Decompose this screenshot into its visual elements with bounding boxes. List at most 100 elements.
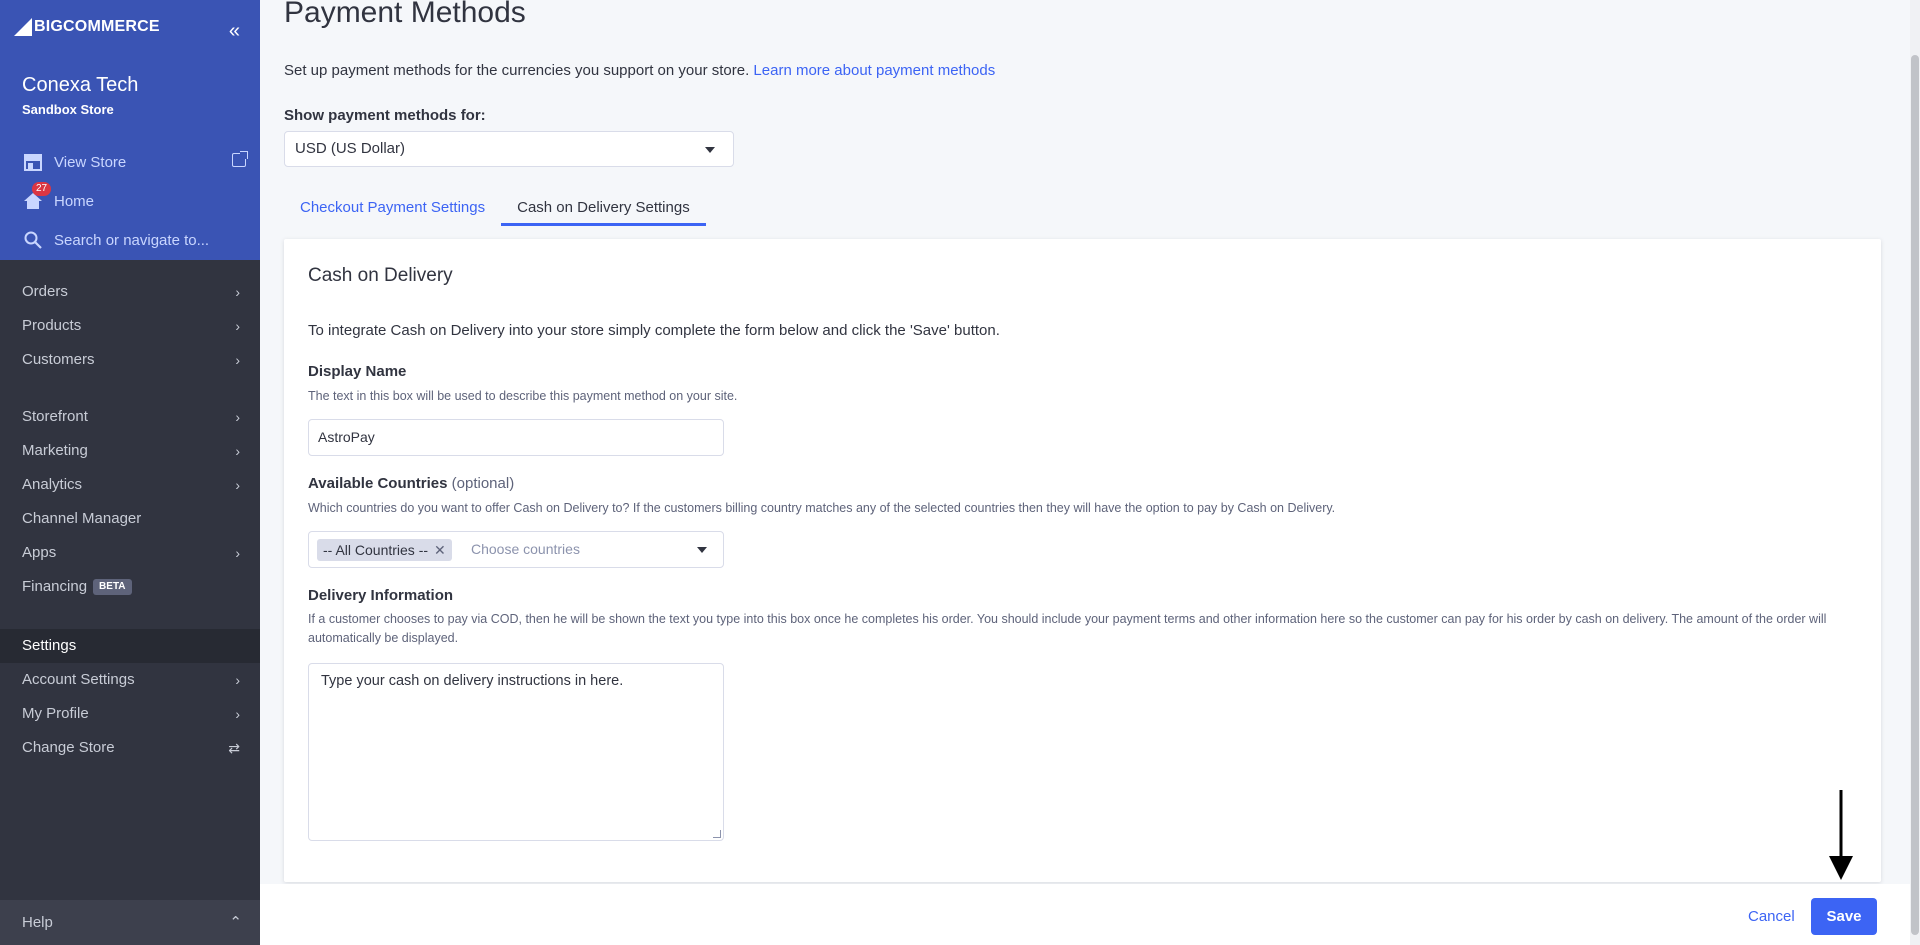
notification-badge: 27	[32, 182, 52, 196]
page-scrollbar[interactable]	[1910, 0, 1920, 945]
chevron-right-icon: ›	[235, 706, 240, 722]
cod-settings-card: Cash on Delivery To integrate Cash on De…	[284, 239, 1881, 882]
help-label: Help	[22, 914, 53, 931]
nav-item-customers[interactable]: Customers ›	[0, 343, 260, 377]
nav-item-settings[interactable]: Settings	[0, 629, 260, 663]
home-label: Home	[54, 192, 95, 210]
nav-label: Analytics	[22, 476, 83, 493]
chevron-right-icon: ›	[235, 409, 240, 425]
storefront-icon	[22, 151, 44, 173]
collapse-sidebar-icon[interactable]: «	[229, 20, 240, 43]
page-title: Payment Methods	[284, 0, 526, 29]
sidebar: BIG COMMERCE « Conexa Tech Sandbox Store …	[0, 0, 260, 945]
nav-label: Orders	[22, 283, 68, 300]
nav-label: Apps	[22, 544, 57, 561]
tab-cash-on-delivery-settings[interactable]: Cash on Delivery Settings	[501, 192, 706, 226]
nav-label: Storefront	[22, 408, 88, 425]
arrow-down-icon	[1829, 790, 1853, 880]
delivery-information-textarea[interactable]: Type your cash on delivery instructions …	[308, 663, 724, 841]
nav-item-my-profile[interactable]: My Profile ›	[0, 697, 260, 731]
nav-item-storefront[interactable]: Storefront ›	[0, 400, 260, 434]
nav-item-orders[interactable]: Orders ›	[0, 275, 260, 309]
nav-item-marketing[interactable]: Marketing ›	[0, 434, 260, 468]
countries-multiselect[interactable]: -- All Countries -- ✕ Choose countries	[308, 531, 724, 568]
external-link-icon	[232, 151, 248, 167]
nav-item-analytics[interactable]: Analytics ›	[0, 468, 260, 502]
remove-chip-icon[interactable]: ✕	[434, 542, 446, 558]
chevron-right-icon: ›	[235, 443, 240, 459]
optional-tag: (optional)	[451, 475, 515, 492]
chevron-right-icon: ›	[235, 284, 240, 300]
card-description: To integrate Cash on Delivery into your …	[308, 322, 1000, 339]
view-store-label: View Store	[54, 153, 127, 171]
nav-item-channel-manager[interactable]: Channel Manager	[0, 502, 260, 536]
swap-icon: ⇄	[228, 740, 240, 756]
chevron-right-icon: ›	[235, 352, 240, 368]
nav-item-products[interactable]: Products ›	[0, 309, 260, 343]
chevron-right-icon: ›	[235, 318, 240, 334]
tab-checkout-payment-settings[interactable]: Checkout Payment Settings	[284, 192, 501, 226]
caret-down-icon	[705, 147, 715, 153]
countries-placeholder: Choose countries	[471, 541, 580, 557]
store-type: Sandbox Store	[22, 102, 114, 117]
currency-value: USD (US Dollar)	[295, 140, 406, 157]
currency-select-label: Show payment methods for:	[284, 107, 486, 124]
chip-label: -- All Countries --	[323, 542, 429, 558]
chevron-right-icon: ›	[235, 672, 240, 688]
display-name-help: The text in this box will be used to des…	[308, 389, 738, 403]
chevron-up-icon: ⌃	[229, 914, 242, 931]
nav-label: Channel Manager	[22, 510, 142, 527]
available-countries-label: Available Countries (optional)	[308, 475, 514, 492]
nav-label: Marketing	[22, 442, 88, 459]
caret-down-icon	[697, 547, 707, 553]
logo-prefix: BIG	[34, 18, 64, 35]
search-navigate-input[interactable]: Search or navigate to...	[22, 229, 209, 251]
resize-handle-icon[interactable]	[713, 830, 721, 838]
main-content: Payment Methods Set up payment methods f…	[260, 0, 1910, 945]
display-name-label: Display Name	[308, 363, 407, 380]
beta-badge: BETA	[93, 579, 132, 596]
chevron-right-icon: ›	[235, 545, 240, 561]
view-store-link[interactable]: View Store	[22, 151, 248, 173]
currency-select[interactable]: USD (US Dollar)	[284, 131, 734, 167]
sidebar-header: BIG COMMERCE « Conexa Tech Sandbox Store …	[0, 0, 260, 260]
help-menu[interactable]: Help ⌃	[0, 900, 260, 945]
bigcommerce-logo[interactable]: BIG COMMERCE	[14, 18, 160, 36]
nav-label: Change Store	[22, 739, 115, 756]
nav-label: Settings	[22, 637, 77, 654]
card-title: Cash on Delivery	[308, 265, 453, 286]
search-icon	[22, 229, 44, 251]
logo-text: COMMERCE	[63, 18, 160, 35]
nav-item-apps[interactable]: Apps ›	[0, 536, 260, 570]
display-name-input[interactable]: AstroPay	[308, 419, 724, 456]
delivery-instructions-text: Type your cash on delivery instructions …	[321, 673, 624, 689]
home-link[interactable]: 27 Home	[22, 182, 95, 212]
intro-text: Set up payment methods for the currencie…	[284, 62, 750, 79]
home-icon: 27	[22, 182, 52, 212]
nav-group-settings: Settings Account Settings › My Profile › C…	[0, 629, 260, 765]
delivery-information-help: If a customer chooses to pay via COD, th…	[308, 612, 1827, 645]
country-chip: -- All Countries -- ✕	[317, 539, 452, 561]
nav-item-change-store[interactable]: Change Store ⇄	[0, 731, 260, 765]
cancel-button[interactable]: Cancel	[1738, 900, 1805, 934]
scrollbar-thumb[interactable]	[1911, 55, 1919, 935]
search-placeholder: Search or navigate to...	[54, 231, 210, 249]
learn-more-link[interactable]: Learn more about payment methods	[753, 62, 995, 79]
nav-item-account-settings[interactable]: Account Settings ›	[0, 663, 260, 697]
delivery-information-label: Delivery Information	[308, 587, 454, 604]
chevron-right-icon: ›	[235, 477, 240, 493]
page-intro: Set up payment methods for the currencie…	[284, 62, 995, 79]
logo-triangle-icon	[14, 18, 32, 36]
nav-label: Customers	[22, 351, 95, 368]
available-countries-help: Which countries do you want to offer Cas…	[308, 501, 1336, 515]
store-name: Conexa Tech	[22, 74, 139, 96]
nav-label: Account Settings	[22, 671, 135, 688]
nav-group-main: Orders › Products › Customers ›	[0, 275, 260, 377]
save-button[interactable]: Save	[1811, 898, 1877, 935]
settings-tabs: Checkout Payment Settings Cash on Delive…	[284, 192, 706, 226]
action-footer: Cancel Save	[260, 884, 1910, 945]
countries-label-text: Available Countries	[308, 475, 448, 492]
nav-item-financing[interactable]: Financing BETA	[0, 570, 260, 604]
nav-label: Financing	[22, 578, 88, 595]
nav-label: My Profile	[22, 705, 89, 722]
